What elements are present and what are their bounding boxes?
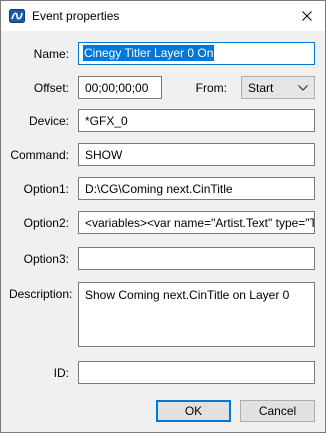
from-label: From: [195,81,227,95]
device-field[interactable]: *GFX_0 [78,109,315,132]
window-title: Event properties [32,9,120,23]
from-select-value: Start [248,81,274,95]
option1-label: Option1: [23,182,69,196]
id-field[interactable] [78,361,315,384]
name-label: Name: [33,47,69,61]
option1-field[interactable]: D:\CG\Coming next.CinTitle [78,177,315,200]
id-label: ID: [53,366,69,380]
option3-field[interactable] [78,247,315,270]
offset-field[interactable]: 00;00;00;00 [78,76,162,99]
option3-label: Option3: [23,252,69,266]
command-label: Command: [10,148,69,162]
device-label: Device: [28,114,69,128]
ok-button[interactable]: OK [156,400,231,422]
option2-label: Option2: [23,216,69,230]
chevron-down-icon [298,85,308,91]
description-field[interactable]: Show Coming next.CinTitle on Layer 0 [78,282,315,347]
cancel-button[interactable]: Cancel [240,400,315,422]
option2-field[interactable]: <variables><var name="Artist.Text" type=… [78,211,315,234]
close-icon [302,11,312,21]
event-properties-dialog: Event properties Name: Cinegy Titler Lay… [0,0,326,433]
description-label: Description: [9,287,73,301]
title-bar: Event properties [1,1,325,31]
close-button[interactable] [289,1,325,31]
name-field-value: Cinegy Titler Layer 0 On [83,45,215,61]
from-select[interactable]: Start [241,76,315,99]
offset-label: Offset: [33,81,69,95]
name-field[interactable]: Cinegy Titler Layer 0 On [78,42,315,65]
command-field[interactable]: SHOW [78,143,315,166]
app-logo-icon [9,9,25,23]
